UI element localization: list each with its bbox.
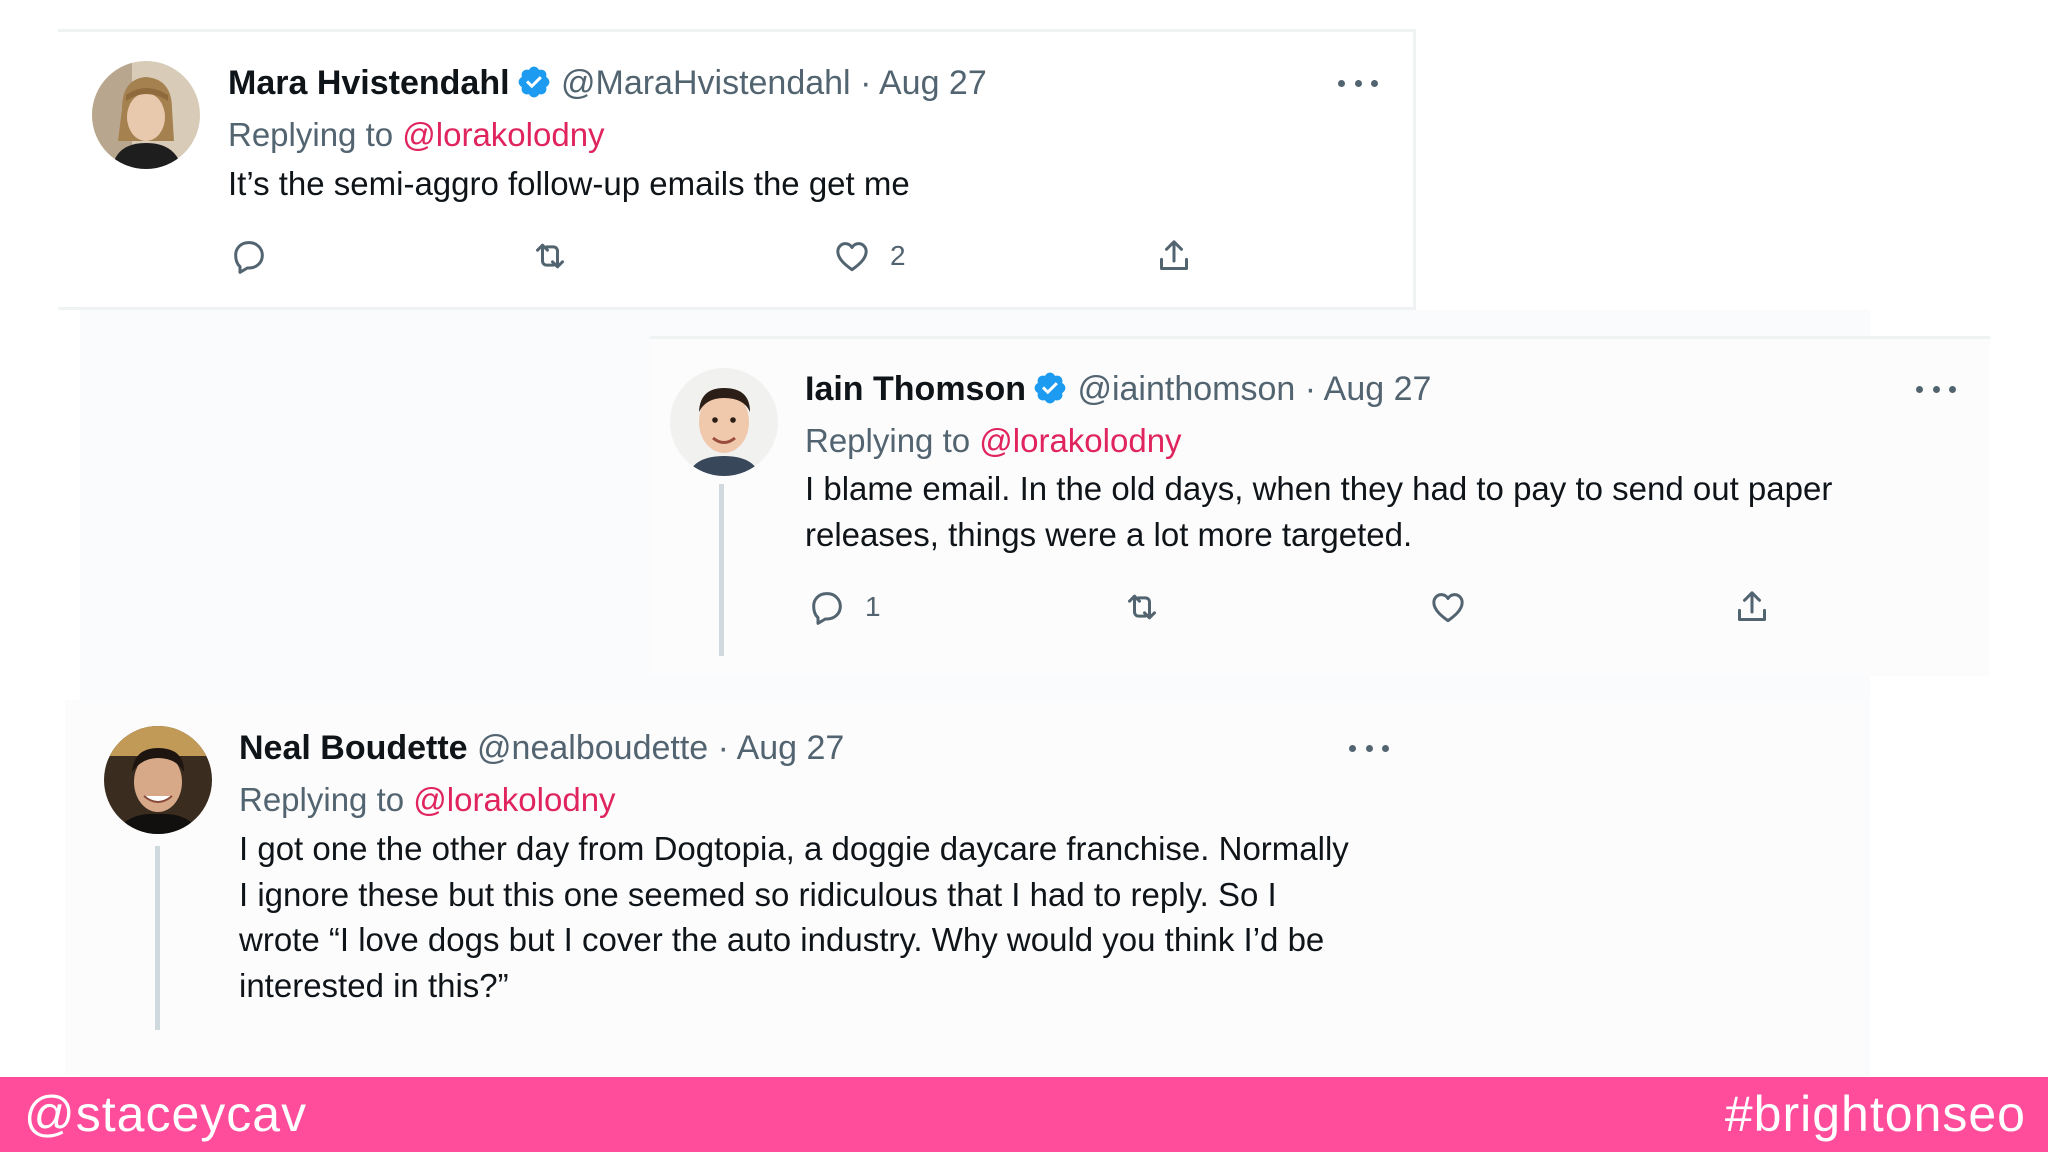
tweet-header: Iain Thomson @iainthomson · Aug 27 [805, 369, 1431, 409]
reply-icon [812, 592, 842, 625]
like-count: 2 [890, 240, 906, 271]
author-name[interactable]: Iain Thomson [805, 370, 1026, 408]
tweet-text-line: I blame email. In the old days, when the… [805, 470, 1833, 507]
replying-to-label: Replying to [228, 116, 394, 153]
share-button[interactable] [1732, 587, 1772, 627]
replying-to: Replying to @lorakolodny [239, 780, 616, 820]
more-icon[interactable] [1349, 742, 1389, 754]
footer-hashtag: #brightonseo [1724, 1086, 2026, 1142]
like-button[interactable] [1428, 587, 1486, 627]
replying-to-label: Replying to [805, 422, 971, 459]
like-icon [836, 242, 868, 272]
thread-line [155, 846, 160, 1030]
share-button[interactable] [1154, 236, 1194, 276]
replying-to-mention[interactable]: @lorakolodny [402, 116, 604, 153]
replying-to-mention[interactable]: @lorakolodny [413, 781, 615, 818]
author-handle[interactable]: @MaraHvistendahl [561, 64, 851, 102]
author-handle[interactable]: @iainthomson [1077, 370, 1295, 408]
tweet-text-line: I ignore these but this one seemed so ri… [239, 875, 1277, 913]
reply-button[interactable] [229, 236, 287, 276]
avatar-photo [670, 368, 778, 476]
tweet-date[interactable]: Aug 27 [1324, 370, 1432, 408]
verified-badge-icon [1034, 372, 1066, 404]
like-icon [1432, 593, 1464, 623]
tweet-text-line: wrote “I love dogs but I cover the auto … [239, 921, 1325, 958]
reply-button[interactable]: 1 [807, 587, 881, 627]
tweet-header: Mara Hvistendahl @MaraHvistendahl · Aug … [228, 63, 987, 103]
tweet-date[interactable]: Aug 27 [879, 64, 987, 102]
reply-count: 1 [865, 591, 881, 622]
footer-bar: @staceycav #brightonseo [0, 1077, 2048, 1152]
author-name[interactable]: Neal Boudette [239, 729, 468, 767]
avatar-photo [104, 726, 212, 834]
replying-to-label: Replying to [239, 781, 405, 818]
retweet-button[interactable] [1122, 587, 1180, 627]
replying-to-mention[interactable]: @lorakolodny [979, 422, 1181, 459]
tweet-text: I got one the other day from Dogtopia, a… [239, 826, 1349, 1008]
footer-twitter-handle: @staceycav [24, 1086, 308, 1142]
avatar[interactable] [104, 726, 212, 834]
tweet-text-line: It’s the semi-aggro follow-up emails the… [228, 165, 910, 202]
thread-line [719, 484, 724, 656]
reply-icon [234, 241, 264, 274]
like-button[interactable]: 2 [832, 236, 906, 276]
share-icon [1738, 591, 1766, 621]
tweet-text: I blame email. In the old days, when the… [805, 466, 1832, 557]
tweet-text: It’s the semi-aggro follow-up emails the… [228, 161, 910, 207]
more-icon[interactable] [1916, 383, 1956, 395]
tweet-date[interactable]: Aug 27 [737, 729, 845, 767]
author-handle[interactable]: @nealboudette [477, 729, 708, 767]
tweet-text-line: releases, things were a lot more targete… [805, 515, 1413, 553]
tweet-text-line: I got one the other day from Dogtopia, a… [239, 830, 1349, 867]
tweet-text-line: interested in this?” [239, 966, 509, 1004]
tweet-header: Neal Boudette @nealboudette · Aug 27 [239, 728, 844, 768]
retweet-icon [1128, 594, 1156, 620]
separator-dot: · [1304, 370, 1317, 408]
replying-to: Replying to @lorakolodny [228, 115, 605, 155]
retweet-icon [536, 243, 564, 269]
retweet-button[interactable] [530, 236, 588, 276]
separator-dot: · [860, 64, 872, 102]
author-name[interactable]: Mara Hvistendahl [228, 64, 510, 102]
avatar-photo [92, 61, 200, 169]
verified-badge-icon [518, 66, 549, 98]
separator-dot: · [717, 729, 729, 767]
share-icon [1160, 240, 1188, 270]
avatar[interactable] [92, 61, 200, 169]
more-icon[interactable] [1338, 77, 1378, 89]
replying-to: Replying to @lorakolodny [805, 421, 1182, 461]
avatar[interactable] [670, 368, 778, 476]
